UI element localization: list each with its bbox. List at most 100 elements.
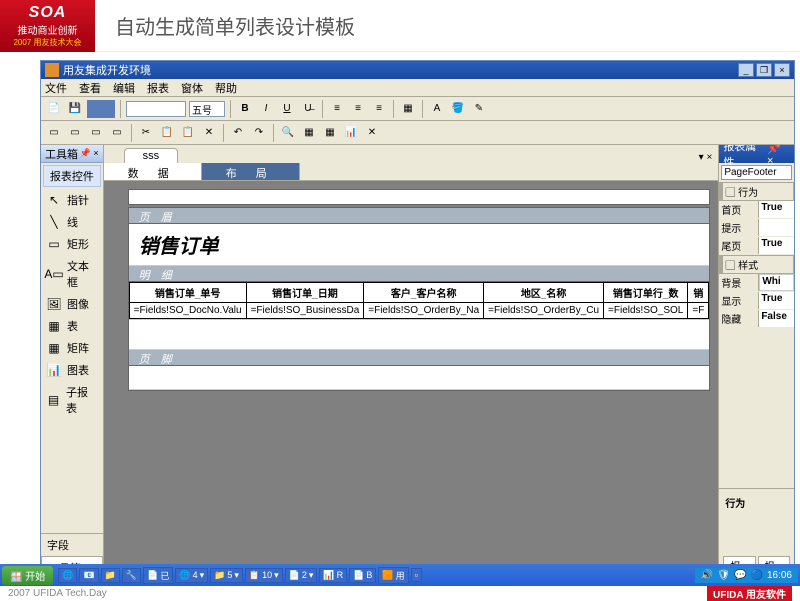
border-icon[interactable]: ▦	[399, 100, 417, 118]
align-center-icon[interactable]: ≡	[349, 100, 367, 118]
pageheader-body[interactable]: 销售订单	[129, 224, 710, 266]
align-right-icon[interactable]: ≡	[370, 100, 388, 118]
menu-view[interactable]: 查看	[79, 80, 101, 96]
prop-row[interactable]: 提示	[719, 219, 794, 237]
quicklaunch-icon[interactable]: 📧	[79, 568, 98, 583]
element-selector[interactable]: PageFooter	[721, 165, 792, 180]
menu-help[interactable]: 帮助	[215, 80, 237, 96]
spacer[interactable]	[129, 320, 710, 350]
tool-line[interactable]: ╲线	[41, 211, 103, 233]
tool-category[interactable]: 报表控件	[43, 165, 101, 187]
minimize-button[interactable]: _	[738, 63, 754, 77]
tray-icon[interactable]: 🔵	[751, 570, 763, 581]
strike-icon[interactable]: U̶	[299, 100, 317, 118]
report-title[interactable]: 销售订单	[139, 230, 700, 259]
table-header-row[interactable]: 销售订单_单号 销售订单_日期 客户_客户名称 地区_名称 销售订单行_数 销	[129, 283, 709, 303]
field-cell[interactable]: =F	[688, 303, 709, 319]
design-surface[interactable]: 页 眉 销售订单 明 细 销售订单_单号 销售订单_日期 客户_客户名称 地区_…	[104, 181, 719, 579]
cut-icon[interactable]: ✂	[137, 124, 155, 142]
task-item[interactable]: 🌐4▾	[175, 568, 208, 583]
table-data-row[interactable]: =Fields!SO_DocNo.Valu =Fields!SO_Busines…	[129, 303, 709, 319]
tb2-icon[interactable]: ▦	[321, 124, 339, 142]
toolbox-header[interactable]: 工具箱 📌 ×	[41, 145, 103, 163]
redo-icon[interactable]: ↷	[250, 124, 268, 142]
quicklaunch-icon[interactable]: 🔧	[122, 568, 141, 583]
tool-table[interactable]: ▦表	[41, 315, 103, 337]
italic-icon[interactable]: I	[257, 100, 275, 118]
underline-icon[interactable]: U	[278, 100, 296, 118]
section-pageheader[interactable]: 页 眉	[129, 208, 710, 224]
prop-category[interactable]: ▢ 样式	[719, 255, 794, 274]
tab-fields[interactable]: 字段	[41, 533, 103, 556]
prop-row[interactable]: 隐藏False	[719, 310, 794, 328]
col-header[interactable]: 销售订单_单号	[129, 283, 246, 303]
task-item[interactable]: 📊R	[319, 568, 347, 583]
col-header[interactable]: 销售订单_日期	[246, 283, 364, 303]
tb2-icon[interactable]: 📊	[342, 124, 360, 142]
close-button[interactable]: ×	[774, 63, 790, 77]
start-button[interactable]: 🪟 开始	[2, 566, 53, 585]
tray-icon[interactable]: 💬	[734, 570, 746, 581]
tool-chart[interactable]: 📊图表	[41, 359, 103, 381]
field-cell[interactable]: =Fields!SO_SOL	[604, 303, 688, 319]
system-tray[interactable]: 🔊 🛡 💬 🔵 16:06	[695, 568, 798, 583]
menu-report[interactable]: 报表	[147, 80, 169, 96]
size-combo[interactable]: 五号	[189, 101, 225, 117]
tb2-icon[interactable]: ▭	[45, 124, 63, 142]
tb2-icon[interactable]: ✕	[363, 124, 381, 142]
menu-edit[interactable]: 编辑	[113, 80, 135, 96]
field-cell[interactable]: =Fields!SO_OrderBy_Cu	[484, 303, 604, 319]
open-icon[interactable]	[87, 100, 115, 118]
titlebar[interactable]: 用友集成开发环境 _ ❐ ×	[41, 61, 794, 79]
save-icon[interactable]: 💾	[66, 100, 84, 118]
new-icon[interactable]: 📄	[45, 100, 63, 118]
tb2-icon[interactable]: ▭	[108, 124, 126, 142]
align-left-icon[interactable]: ≡	[328, 100, 346, 118]
col-header[interactable]: 销售订单行_数	[604, 283, 688, 303]
field-cell[interactable]: =Fields!SO_BusinessDa	[246, 303, 364, 319]
task-item[interactable]: 🟧用	[378, 567, 408, 584]
pin-icon[interactable]: 📌 ×	[80, 148, 99, 159]
pin-icon[interactable]: 📌 ×	[767, 145, 790, 167]
delete-icon[interactable]: ✕	[200, 124, 218, 142]
subtab-data[interactable]: 数 据	[104, 163, 202, 180]
subtab-layout[interactable]: 布 局	[202, 163, 300, 180]
prop-row[interactable]: 首页True	[719, 201, 794, 219]
maximize-button[interactable]: ❐	[756, 63, 772, 77]
tb2-icon[interactable]: ▭	[66, 124, 84, 142]
menu-form[interactable]: 窗体	[181, 80, 203, 96]
prop-row[interactable]: 尾页True	[719, 237, 794, 255]
tray-icon[interactable]: 🔊	[701, 570, 713, 581]
field-cell[interactable]: =Fields!SO_OrderBy_Na	[364, 303, 484, 319]
section-detail[interactable]: 明 细	[129, 266, 710, 282]
task-item[interactable]: 📄2▾	[285, 568, 318, 583]
tool-image[interactable]: 🖼图像	[41, 293, 103, 315]
pagefooter-body[interactable]	[129, 366, 710, 390]
undo-icon[interactable]: ↶	[229, 124, 247, 142]
fill-color-icon[interactable]: 🪣	[449, 100, 467, 118]
font-combo[interactable]	[126, 101, 186, 117]
col-header[interactable]: 销	[688, 283, 709, 303]
paste-icon[interactable]: 📋	[179, 124, 197, 142]
taskbar[interactable]: 🪟 开始 🌐 📧 📁 🔧 📄已 🌐4▾ 📁5▾ 📋10▾ 📄2▾ 📊R 📄B 🟧…	[0, 564, 800, 586]
clock[interactable]: 16:06	[767, 570, 792, 581]
tb2-icon[interactable]: ▭	[87, 124, 105, 142]
task-item[interactable]: 📁5▾	[210, 568, 243, 583]
quicklaunch-icon[interactable]: 🌐	[58, 568, 77, 583]
line-color-icon[interactable]: ✎	[470, 100, 488, 118]
prop-row[interactable]: 显示True	[719, 292, 794, 310]
copy-icon[interactable]: 📋	[158, 124, 176, 142]
col-header[interactable]: 地区_名称	[484, 283, 604, 303]
doc-tab[interactable]: sss	[124, 148, 179, 163]
doc-close-icon[interactable]: ▾ ×	[693, 152, 719, 163]
bold-icon[interactable]: B	[236, 100, 254, 118]
font-color-icon[interactable]: A	[428, 100, 446, 118]
props-header[interactable]: 报表属性 📌 ×	[719, 145, 794, 163]
task-item[interactable]: ▫	[411, 568, 422, 582]
tool-pointer[interactable]: ↖指针	[41, 189, 103, 211]
detail-body[interactable]: 销售订单_单号 销售订单_日期 客户_客户名称 地区_名称 销售订单行_数 销 …	[129, 282, 710, 320]
prop-row[interactable]: 背景Whi	[719, 274, 794, 292]
prop-category[interactable]: ▢ 行为	[719, 182, 794, 201]
section-pagefooter[interactable]: 页 脚	[129, 350, 710, 366]
task-item[interactable]: 📋10▾	[245, 568, 283, 583]
